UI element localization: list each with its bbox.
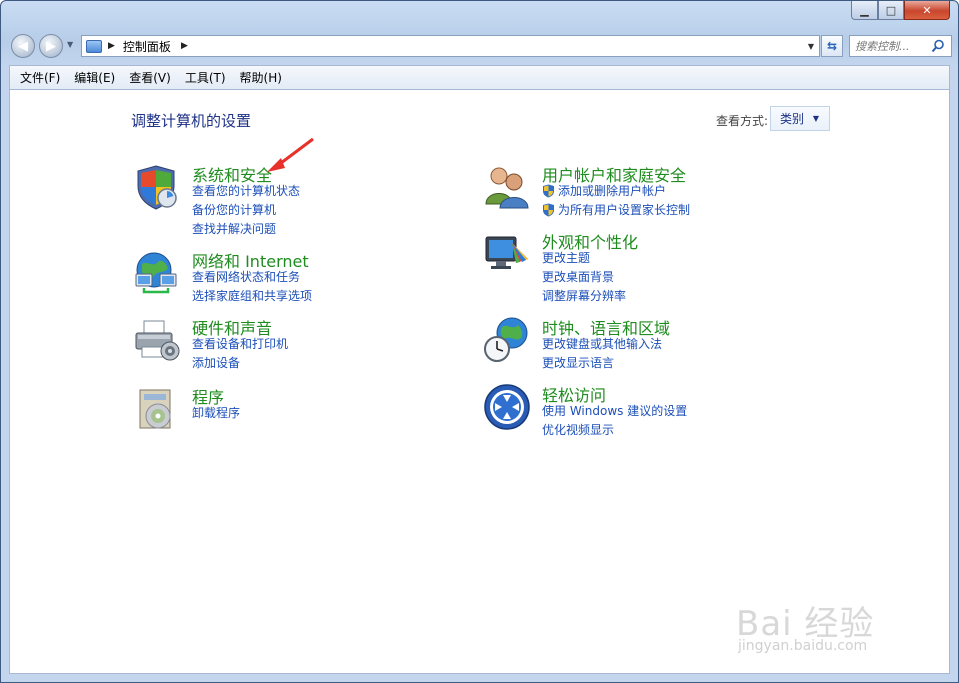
programs-icon[interactable] xyxy=(132,384,182,434)
link-homegroup-sharing[interactable]: 选择家庭组和共享选项 xyxy=(192,287,312,304)
menu-edit[interactable]: 编辑(E) xyxy=(68,67,121,88)
link-optimize-video-display[interactable]: 优化视频显示 xyxy=(542,421,614,438)
breadcrumb-control-panel[interactable]: 控制面板 xyxy=(123,38,171,55)
arrow-right-icon: ▶ xyxy=(46,38,56,54)
link-add-remove-accounts-label: 添加或删除用户帐户 xyxy=(558,184,667,198)
minimize-button[interactable]: ▁ xyxy=(851,1,878,20)
back-button[interactable]: ◀ xyxy=(11,34,35,58)
link-add-device[interactable]: 添加设备 xyxy=(192,354,240,371)
breadcrumb-separator-icon[interactable]: ▶ xyxy=(181,41,188,51)
view-by-value: 类别 xyxy=(780,112,805,126)
view-by-label: 查看方式: xyxy=(716,114,769,128)
menu-view[interactable]: 查看(V) xyxy=(123,67,177,88)
close-button[interactable]: ✕ xyxy=(904,1,950,20)
link-change-desktop-background[interactable]: 更改桌面背景 xyxy=(542,268,614,285)
caption-buttons: ▁ □ ✕ xyxy=(851,1,950,21)
page-title: 调整计算机的设置 xyxy=(131,112,252,130)
link-adjust-resolution[interactable]: 调整屏幕分辨率 xyxy=(542,287,626,304)
menu-bar: 文件(F) 编辑(E) 查看(V) 工具(T) 帮助(H) xyxy=(9,65,950,89)
users-icon[interactable] xyxy=(482,162,532,212)
link-backup-computer[interactable]: 备份您的计算机 xyxy=(192,201,276,218)
link-view-devices-printers[interactable]: 查看设备和打印机 xyxy=(192,335,288,352)
ease-of-access-icon[interactable] xyxy=(482,382,532,432)
clock-globe-icon[interactable] xyxy=(482,315,532,365)
view-by-select[interactable]: 类别 ▼ xyxy=(770,106,830,131)
search-input[interactable] xyxy=(855,39,929,53)
menu-help[interactable]: 帮助(H) xyxy=(234,67,288,88)
search-box[interactable] xyxy=(849,35,952,57)
address-bar[interactable]: ▶ 控制面板 ▶ ▼ xyxy=(81,35,820,57)
search-icon[interactable] xyxy=(931,39,945,53)
content-area: 调整计算机的设置 查看方式: 类别 ▼ 系统和安全 查看您的计算机状态 备份您的… xyxy=(9,89,950,674)
refresh-icon: ⇆ xyxy=(826,39,838,53)
maximize-button[interactable]: □ xyxy=(878,1,904,20)
chevron-down-icon: ▼ xyxy=(812,114,819,123)
link-change-theme[interactable]: 更改主题 xyxy=(542,249,590,266)
breadcrumb-separator-icon[interactable]: ▶ xyxy=(108,41,115,51)
link-change-keyboard-input[interactable]: 更改键盘或其他输入法 xyxy=(542,335,662,352)
address-dropdown-icon[interactable]: ▼ xyxy=(803,36,819,56)
arrow-left-icon: ◀ xyxy=(18,38,28,54)
menu-file[interactable]: 文件(F) xyxy=(14,67,66,88)
printer-icon[interactable] xyxy=(132,315,182,365)
link-find-fix-problems[interactable]: 查找并解决问题 xyxy=(192,220,276,237)
shield-icon[interactable] xyxy=(132,162,182,212)
watermark-url: jingyan.baidu.com xyxy=(738,638,868,654)
control-panel-window: ▁ □ ✕ ◀ ▶ ▼ ▶ 控制面板 ▶ ▼ ⇆ 文件(F xyxy=(0,0,959,683)
link-add-remove-accounts[interactable]: 添加或删除用户帐户 xyxy=(542,182,666,199)
link-windows-recommended-settings[interactable]: 使用 Windows 建议的设置 xyxy=(542,402,687,419)
annotation-arrow-icon xyxy=(267,137,314,172)
link-view-computer-status[interactable]: 查看您的计算机状态 xyxy=(192,182,300,199)
uac-shield-icon xyxy=(543,184,554,197)
refresh-button[interactable]: ⇆ xyxy=(821,35,843,57)
link-view-network-status[interactable]: 查看网络状态和任务 xyxy=(192,268,300,285)
link-parental-controls[interactable]: 为所有用户设置家长控制 xyxy=(542,201,690,218)
navigation-row: ◀ ▶ ▼ ▶ 控制面板 ▶ ▼ ⇆ xyxy=(9,31,952,61)
menu-tools[interactable]: 工具(T) xyxy=(179,67,232,88)
monitor-icon[interactable] xyxy=(482,229,532,279)
link-uninstall-program[interactable]: 卸载程序 xyxy=(192,404,240,421)
network-icon[interactable] xyxy=(132,248,182,298)
recent-pages-dropdown[interactable]: ▼ xyxy=(67,40,73,49)
link-parental-controls-label: 为所有用户设置家长控制 xyxy=(558,203,691,217)
link-change-display-language[interactable]: 更改显示语言 xyxy=(542,354,614,371)
control-panel-icon xyxy=(86,39,102,53)
forward-button[interactable]: ▶ xyxy=(39,34,63,58)
uac-shield-icon xyxy=(543,203,554,216)
